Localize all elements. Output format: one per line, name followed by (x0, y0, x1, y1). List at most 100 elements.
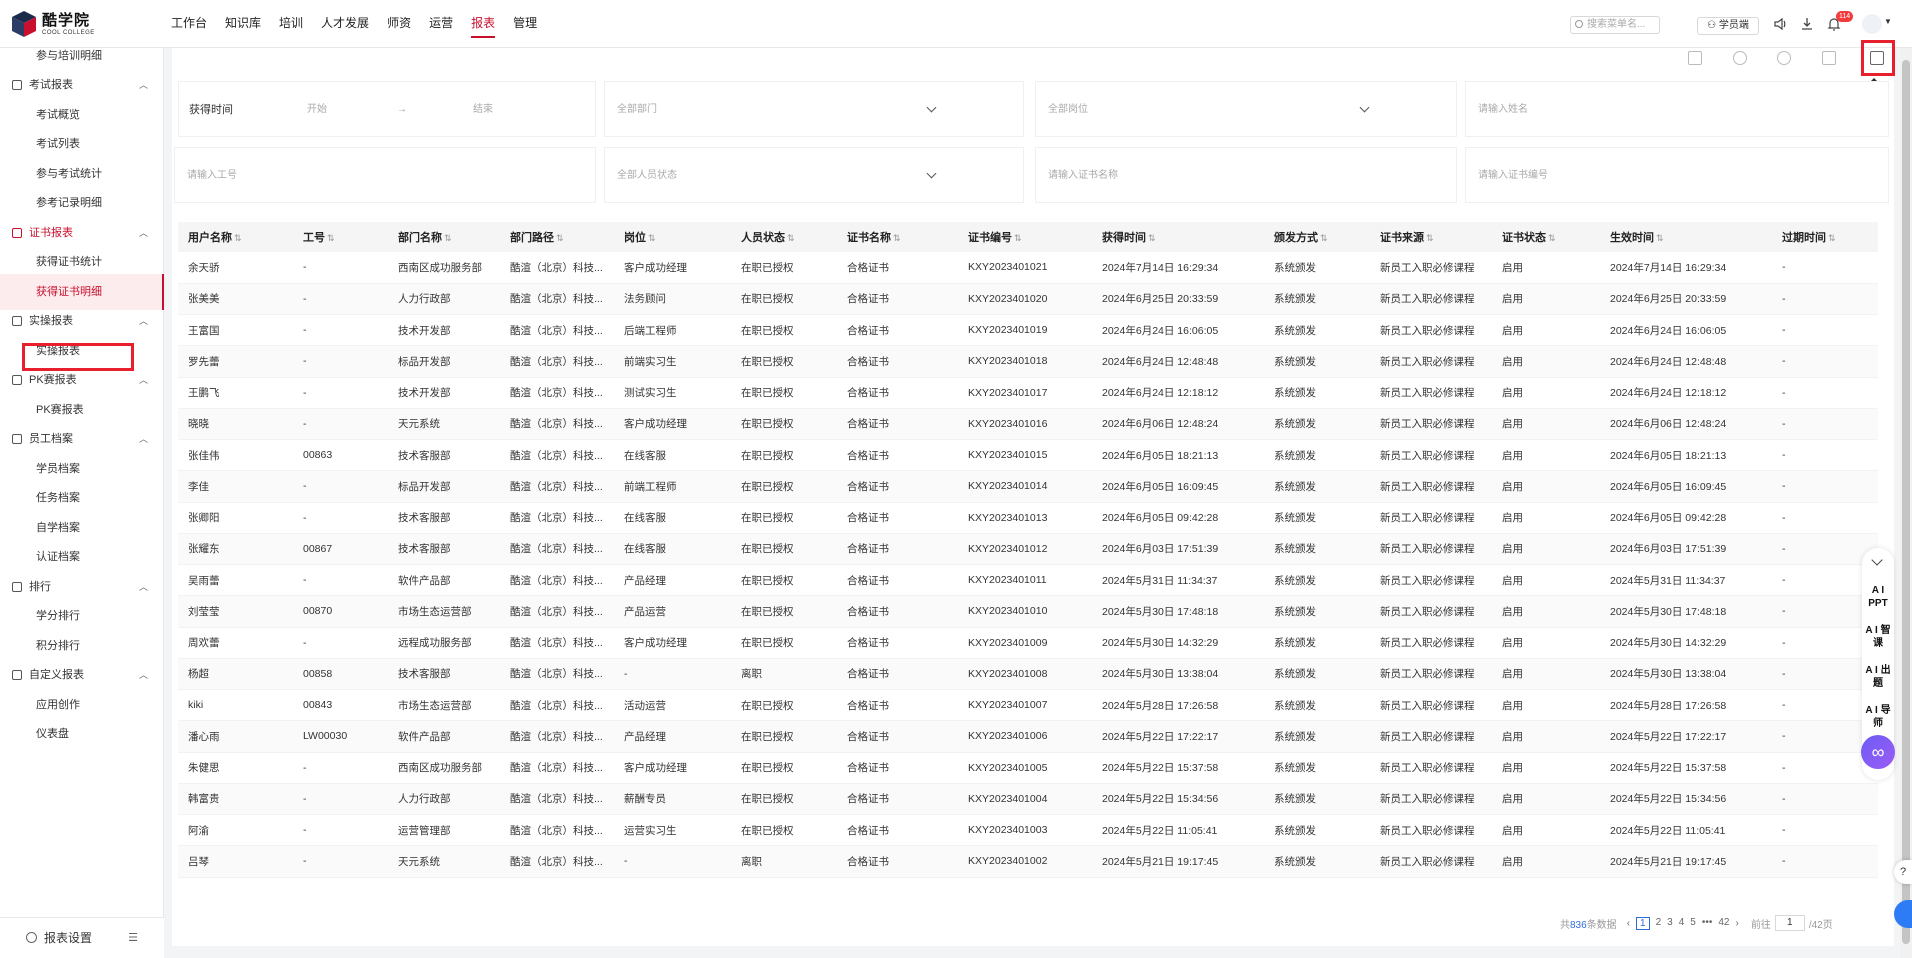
fullscreen-icon[interactable] (1822, 51, 1836, 65)
sort-icon[interactable]: ⇅ (444, 233, 452, 243)
column-header[interactable]: 工号 ⇅ (293, 222, 388, 252)
table-row[interactable]: 李佳 - 标品开发部 酷渲（北京）科技... 前端工程师 在职已授权 合格证书 KXY2023… (178, 470, 1878, 503)
student-portal-button[interactable]: ⚇ 学员端 (1697, 17, 1759, 35)
page-number[interactable]: 3 (1667, 917, 1673, 930)
column-header[interactable]: 过期时间 ⇅ (1772, 222, 1878, 252)
obtain-time-filter[interactable]: 获得时间 开始 → 结束 (178, 81, 596, 137)
page-number[interactable]: ••• (1702, 917, 1713, 930)
employee-id-input[interactable]: 请输入工号 (174, 147, 596, 203)
sort-icon[interactable]: ⇅ (327, 233, 335, 243)
goto-page-input[interactable]: 1 (1774, 915, 1805, 931)
sort-icon[interactable]: ⇅ (787, 233, 795, 243)
nav-item[interactable]: 知识库 (225, 0, 261, 48)
avatar-dropdown-icon[interactable]: ▼ (1884, 17, 1892, 26)
nav-item[interactable]: 师资 (387, 0, 411, 48)
ai-tool-item[interactable]: A I 导师 (1862, 704, 1894, 730)
ai-tool-item[interactable]: A I PPT (1862, 584, 1894, 610)
next-page-button[interactable]: › (1735, 918, 1738, 929)
sort-icon[interactable]: ⇅ (556, 233, 564, 243)
sort-icon[interactable]: ⇅ (1148, 233, 1156, 243)
sort-icon[interactable]: ⇅ (1548, 233, 1556, 243)
table-row[interactable]: 王鹏飞 - 技术开发部 酷渲（北京）科技... 测试实习生 在职已授权 合格证书 KXY202… (178, 377, 1878, 409)
sort-icon[interactable]: ⇅ (1014, 233, 1022, 243)
table-cell: - (293, 564, 388, 597)
certificate-no-input[interactable]: 请输入证书编号 (1465, 147, 1889, 203)
sort-icon[interactable]: ⇅ (893, 233, 901, 243)
table-row[interactable]: 刘莹莹 00870 市场生态运营部 酷渲（北京）科技... 产品运营 在职已授权 合格证书 K… (178, 595, 1878, 628)
column-header[interactable]: 部门路径 ⇅ (500, 222, 614, 252)
refresh-icon[interactable] (1777, 51, 1791, 65)
column-header[interactable]: 部门名称 ⇅ (388, 222, 500, 252)
column-settings-icon[interactable] (1688, 51, 1702, 65)
table-row[interactable]: 吴雨蕾 - 软件产品部 酷渲（北京）科技... 产品经理 在职已授权 合格证书 KXY2023… (178, 564, 1878, 597)
start-date-input[interactable]: 开始 (307, 82, 327, 138)
table-row[interactable]: 朱健思 - 西南区成功服务部 酷渲（北京）科技... 客户成功经理 在职已授权 合格证书 KX… (178, 752, 1878, 784)
column-header[interactable]: 证书编号 ⇅ (958, 222, 1092, 252)
department-select[interactable]: 全部部门 (604, 81, 1024, 137)
page-number[interactable]: 5 (1690, 917, 1696, 930)
ai-assistant-icon[interactable]: ∞ (1861, 735, 1895, 769)
sort-icon[interactable]: ⇅ (648, 233, 656, 243)
staff-status-select[interactable]: 全部人员状态 (604, 147, 1024, 203)
scrollbar-thumb[interactable] (1902, 60, 1910, 944)
page-number[interactable]: 4 (1679, 917, 1685, 930)
table-row[interactable]: 张佳伟 00863 技术客服部 酷渲（北京）科技... 在线客服 在职已授权 合格证书 KXY… (178, 439, 1878, 472)
table-row[interactable]: 张美美 - 人力行政部 酷渲（北京）科技... 法务顾问 在职已授权 合格证书 KXY2023… (178, 283, 1878, 316)
link-icon[interactable] (1733, 51, 1747, 65)
certificate-name-input[interactable]: 请输入证书名称 (1035, 147, 1457, 203)
chat-support-icon[interactable] (1894, 900, 1912, 928)
table-row[interactable]: 杨超 00858 技术客服部 酷渲（北京）科技... - 离职 合格证书 KXY2023401… (178, 658, 1878, 691)
nav-item[interactable]: 运营 (429, 0, 453, 48)
table-row[interactable]: 韩富贵 - 人力行政部 酷渲（北京）科技... 薪酬专员 在职已授权 合格证书 KXY2023… (178, 783, 1878, 816)
table-row[interactable]: 余天骄 - 西南区成功服务部 酷渲（北京）科技... 客户成功经理 在职已授权 合格证书 KX… (178, 252, 1878, 284)
column-header[interactable]: 人员状态 ⇅ (731, 222, 837, 252)
collapse-sidebar-icon[interactable]: ☰ (128, 918, 138, 958)
page-number[interactable]: 1 (1636, 916, 1650, 930)
table-row[interactable]: 潘心雨 LW00030 软件产品部 酷渲（北京）科技... 产品经理 在职已授权 合格证书 K… (178, 720, 1878, 753)
column-header[interactable]: 证书名称 ⇅ (837, 222, 958, 252)
table-row[interactable]: 周欢蕾 - 远程成功服务部 酷渲（北京）科技... 客户成功经理 在职已授权 合格证书 KXY… (178, 627, 1878, 659)
report-settings-button[interactable]: 报表设置 ☰ (0, 917, 164, 958)
nav-item[interactable]: 管理 (513, 0, 537, 48)
speaker-icon[interactable] (1772, 16, 1788, 32)
sort-icon[interactable]: ⇅ (234, 233, 242, 243)
table-row[interactable]: 张耀东 00867 技术客服部 酷渲（北京）科技... 在线客服 在职已授权 合格证书 KXY… (178, 533, 1878, 566)
column-header[interactable]: 颁发方式 ⇅ (1264, 222, 1370, 252)
table-row[interactable]: kiki 00843 市场生态运营部 酷渲（北京）科技... 活动运营 在职已授权 合格证书… (178, 689, 1878, 722)
nav-item[interactable]: 人才发展 (321, 0, 369, 48)
user-avatar[interactable] (1862, 14, 1882, 34)
column-header[interactable]: 获得时间 ⇅ (1092, 222, 1264, 252)
table-row[interactable]: 罗先蕾 - 标品开发部 酷渲（北京）科技... 前端实习生 在职已授权 合格证书 KXY202… (178, 345, 1878, 378)
ai-tool-item[interactable]: A I 智课 (1862, 624, 1894, 650)
end-date-input[interactable]: 结束 (473, 82, 493, 138)
ai-tool-item[interactable]: A I 出题 (1862, 664, 1894, 690)
app-logo[interactable]: 酷学院 COOL COLLEGE (12, 11, 95, 37)
collapse-ai-panel-icon[interactable] (1871, 554, 1883, 566)
sidebar-item[interactable]: 参与培训明细 (0, 38, 164, 74)
sort-icon[interactable]: ⇅ (1828, 233, 1836, 243)
sort-icon[interactable]: ⇅ (1426, 233, 1434, 243)
table-row[interactable]: 吕琴 - 天元系统 酷渲（北京）科技... - 离职 合格证书 KXY2023401002 20… (178, 845, 1878, 878)
column-header[interactable]: 证书来源 ⇅ (1370, 222, 1492, 252)
page-number[interactable]: 42 (1718, 917, 1729, 930)
name-input[interactable]: 请输入姓名 (1465, 81, 1889, 137)
column-header[interactable]: 用户名称 ⇅ (178, 222, 293, 252)
sort-icon[interactable]: ⇅ (1320, 233, 1328, 243)
table-row[interactable]: 张卿阳 - 技术客服部 酷渲（北京）科技... 在线客服 在职已授权 合格证书 KXY2023… (178, 502, 1878, 534)
table-row[interactable]: 王富国 - 技术开发部 酷渲（北京）科技... 后端工程师 在职已授权 合格证书 KXY202… (178, 314, 1878, 347)
nav-item[interactable]: 工作台 (171, 0, 207, 48)
table-row[interactable]: 晓晓 - 天元系统 酷渲（北京）科技... 客户成功经理 在职已授权 合格证书 KXY2023… (178, 408, 1878, 441)
nav-item[interactable]: 报表 (471, 0, 496, 48)
menu-search-input[interactable]: 搜索菜单名... (1570, 16, 1660, 34)
page-number[interactable]: 2 (1656, 917, 1662, 930)
position-select[interactable]: 全部岗位 (1035, 81, 1457, 137)
column-header[interactable]: 生效时间 ⇅ (1600, 222, 1772, 252)
help-icon[interactable]: ? (1894, 860, 1912, 884)
nav-item[interactable]: 培训 (279, 0, 303, 48)
table-row[interactable]: 阿渝 - 运营管理部 酷渲（北京）科技... 运营实习生 在职已授权 合格证书 KXY2023… (178, 814, 1878, 847)
column-header[interactable]: 证书状态 ⇅ (1492, 222, 1600, 252)
column-header[interactable]: 岗位 ⇅ (614, 222, 731, 252)
group-icon (12, 375, 22, 385)
download-icon[interactable] (1799, 16, 1815, 32)
sort-icon[interactable]: ⇅ (1656, 233, 1664, 243)
